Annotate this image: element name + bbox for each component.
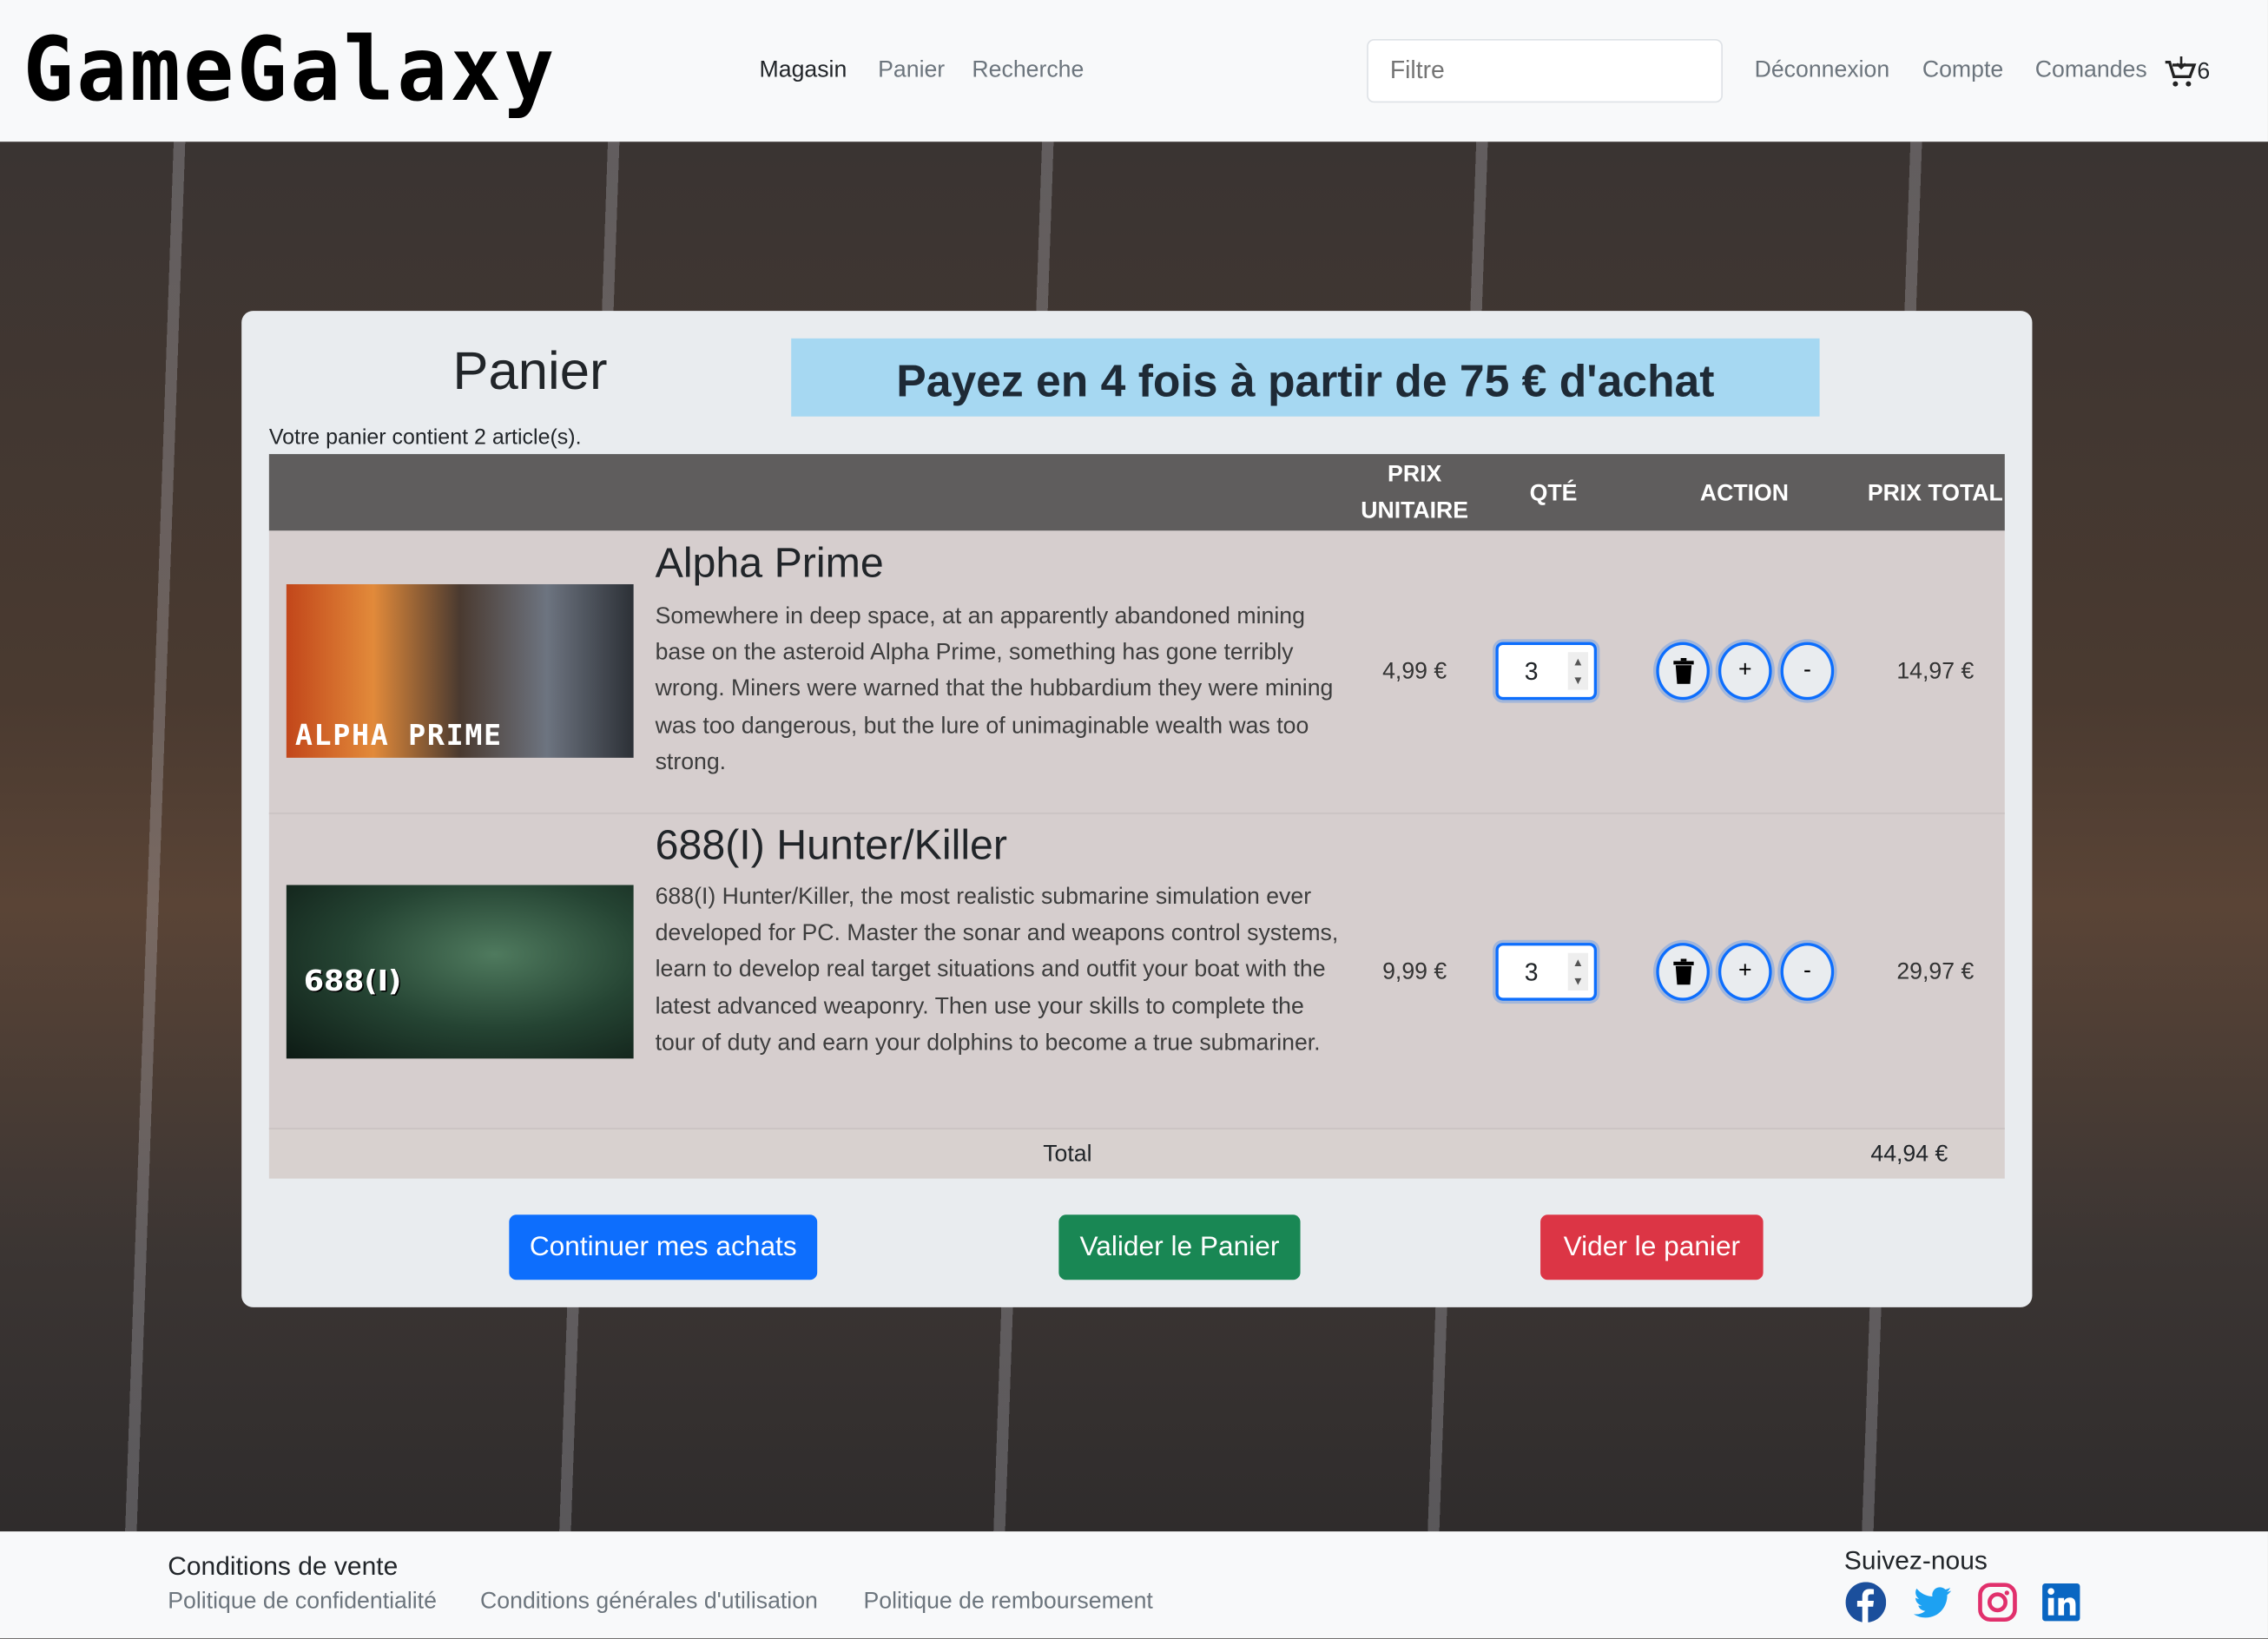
cart-count: 6	[2197, 59, 2211, 85]
quantity-spinner[interactable]: ▲ ▼	[1567, 952, 1589, 991]
decrease-button[interactable]: -	[1780, 943, 1835, 1001]
increase-button[interactable]: +	[1717, 943, 1772, 1001]
product-image-label: 688(I)	[303, 963, 402, 998]
quantity-input[interactable]: 3 ▲ ▼	[1495, 943, 1598, 1001]
continue-shopping-button[interactable]: Continuer mes achats	[509, 1214, 818, 1280]
delete-button[interactable]	[1656, 943, 1710, 1001]
product-name[interactable]: Alpha Prime	[656, 541, 884, 589]
page-title: Panier	[452, 341, 608, 401]
product-description: Somewhere in deep space, at an apparentl…	[655, 604, 1334, 775]
cart-link[interactable]: 6	[2162, 55, 2210, 89]
trash-icon	[1672, 657, 1693, 684]
empty-cart-button[interactable]: Vider le panier	[1540, 1214, 1764, 1280]
follow-us-title: Suivez-nous	[1843, 1545, 1988, 1576]
unit-price: 9,99 €	[1382, 960, 1447, 985]
total-value: 44,94 €	[1870, 1142, 1948, 1168]
nav-comandes[interactable]: Comandes	[2035, 58, 2147, 84]
line-total: 14,97 €	[1896, 659, 1975, 684]
quantity-value: 3	[1524, 958, 1539, 987]
nav-deconnexion[interactable]: Déconnexion	[1755, 58, 1890, 84]
filter-input[interactable]	[1367, 38, 1723, 103]
refund-link[interactable]: Politique de remboursement	[863, 1590, 1152, 1616]
product-description: 688(I) Hunter/Killer, the most realistic…	[655, 885, 1339, 1056]
col-action: ACTION	[1699, 481, 1790, 507]
line-total: 29,97 €	[1896, 960, 1975, 985]
delete-button[interactable]	[1656, 642, 1710, 701]
product-image[interactable]: ALPHA PRIME	[286, 583, 634, 758]
unit-price: 4,99 €	[1382, 659, 1447, 684]
validate-cart-button[interactable]: Valider le Panier	[1058, 1214, 1301, 1280]
conditions-title: Conditions de vente	[168, 1551, 399, 1581]
col-total: PRIX TOTAL	[1867, 481, 2003, 507]
cart-icon	[2165, 56, 2197, 87]
payment-banner: Payez en 4 fois à partir de 75 € d'achat	[791, 338, 1820, 417]
navbar: GameGalaxy Magasin Panier Recherche Déco…	[0, 0, 2268, 142]
total-label: Total	[1043, 1142, 1092, 1168]
instagram-icon[interactable]	[1977, 1582, 2018, 1623]
nav-panier[interactable]: Panier	[878, 58, 945, 84]
quantity-spinner[interactable]: ▲ ▼	[1567, 652, 1589, 690]
decrease-button[interactable]: -	[1780, 642, 1835, 701]
col-qty: QTÉ	[1529, 481, 1578, 507]
facebook-icon[interactable]	[1845, 1582, 1887, 1623]
table-header: PRIX UNITAIRE QTÉ ACTION PRIX TOTAL	[268, 454, 2005, 531]
col-unit-price-2: UNITAIRE	[1361, 498, 1469, 524]
linkedin-icon[interactable]	[2041, 1582, 2081, 1623]
twitter-icon[interactable]	[1912, 1582, 1953, 1623]
nav-magasin[interactable]: Magasin	[760, 58, 847, 84]
product-image[interactable]: 688(I)	[286, 885, 634, 1059]
terms-link[interactable]: Conditions générales d'utilisation	[480, 1590, 818, 1616]
trash-icon	[1672, 958, 1693, 985]
product-name[interactable]: 688(I) Hunter/Killer	[656, 823, 1007, 871]
nav-compte[interactable]: Compte	[1922, 58, 2003, 84]
nav-recherche[interactable]: Recherche	[972, 58, 1084, 84]
col-unit-price-1: PRIX	[1388, 463, 1442, 488]
privacy-link[interactable]: Politique de confidentialité	[168, 1590, 437, 1616]
product-image-label: ALPHA PRIME	[294, 717, 503, 753]
logo[interactable]: GameGalaxy	[23, 17, 557, 121]
total-row: Total 44,94 €	[268, 1129, 2005, 1179]
table-row: ALPHA PRIME Alpha Prime Somewhere in dee…	[268, 530, 2005, 814]
table-row: 688(I) 688(I) Hunter/Killer 688(I) Hunte…	[268, 813, 2005, 1129]
quantity-value: 3	[1524, 657, 1539, 686]
increase-button[interactable]: +	[1717, 642, 1772, 701]
quantity-input[interactable]: 3 ▲ ▼	[1495, 642, 1598, 701]
cart-count-text: Votre panier contient 2 article(s).	[268, 425, 582, 451]
